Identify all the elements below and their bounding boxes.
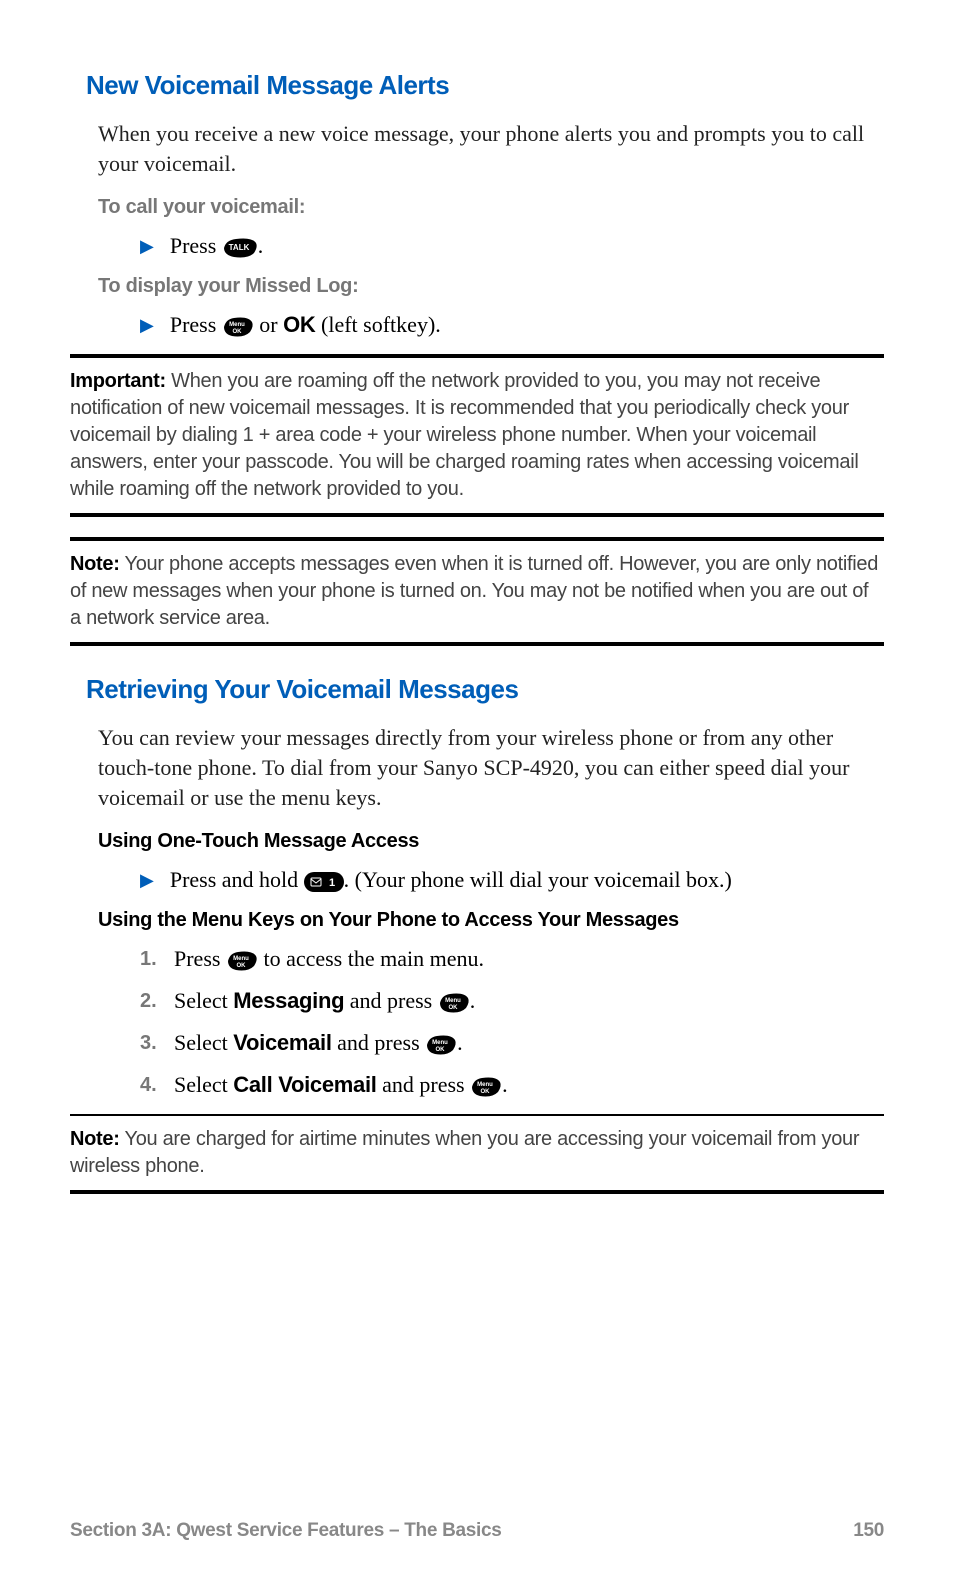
intro-paragraph-1: When you receive a new voice message, yo… <box>98 119 884 178</box>
one-mail-key-icon: 1 <box>304 872 344 892</box>
note-text: You are charged for airtime minutes when… <box>70 1128 859 1177</box>
note-text: Your phone accepts messages even when it… <box>70 553 878 629</box>
important-callout: Important: When you are roaming off the … <box>70 354 884 517</box>
bullet-arrow-icon: ▶ <box>140 870 154 891</box>
note-callout-2: Note: You are charged for airtime minute… <box>70 1114 884 1194</box>
svg-text:OK: OK <box>448 1005 458 1011</box>
bullet-arrow-icon: ▶ <box>140 236 154 257</box>
menu-ok-key-icon: MenuOK <box>438 992 470 1014</box>
step-number: 2. <box>140 990 168 1013</box>
instruction-label-missed-log: To display your Missed Log: <box>98 275 884 298</box>
svg-text:OK: OK <box>436 1047 446 1053</box>
menu-ok-key-icon: MenuOK <box>470 1076 502 1098</box>
step-missed-log: ▶ Press MenuOK or OK (left softkey). <box>140 312 884 338</box>
ok-softkey-label: OK <box>283 312 315 337</box>
footer-section-title: Section 3A: Qwest Service Features – The… <box>70 1520 502 1542</box>
note-callout-1: Note: Your phone accepts messages even w… <box>70 537 884 646</box>
step-text-pre: Press <box>170 233 222 258</box>
numbered-step-1: 1. Press MenuOK to access the main menu. <box>140 946 884 972</box>
intro-paragraph-2: You can review your messages directly fr… <box>98 723 884 812</box>
step-text: and press <box>332 1030 425 1055</box>
page-footer: Section 3A: Qwest Service Features – The… <box>70 1520 884 1542</box>
svg-text:OK: OK <box>481 1089 491 1095</box>
menu-ok-key-icon: MenuOK <box>222 316 254 338</box>
svg-text:OK: OK <box>232 329 242 335</box>
step-text: and press <box>377 1072 470 1097</box>
numbered-step-4: 4. Select Call Voicemail and press MenuO… <box>140 1072 884 1098</box>
svg-text:1: 1 <box>329 877 335 889</box>
svg-text:Menu: Menu <box>229 322 245 328</box>
menu-item-messaging: Messaging <box>233 988 344 1013</box>
numbered-step-2: 2. Select Messaging and press MenuOK. <box>140 988 884 1014</box>
svg-text:Menu: Menu <box>477 1082 493 1088</box>
step-number: 3. <box>140 1032 168 1055</box>
step-one-touch: ▶ Press and hold 1 . (Your phone will dia… <box>140 867 884 893</box>
svg-text:Menu: Menu <box>233 956 249 962</box>
manual-page: New Voicemail Message Alerts When you re… <box>0 0 954 1590</box>
step-text: Select <box>174 1072 233 1097</box>
step-call-voicemail: ▶ Press TALK. <box>140 233 884 259</box>
step-text-post: . (Your phone will dial your voicemail b… <box>344 867 732 892</box>
heading-retrieving-voicemail: Retrieving Your Voicemail Messages <box>86 674 884 705</box>
instruction-label-call-voicemail: To call your voicemail: <box>98 196 884 219</box>
svg-text:OK: OK <box>236 963 246 969</box>
step-text-pre: Press and hold <box>170 867 304 892</box>
step-text: . <box>502 1072 508 1097</box>
menu-item-voicemail: Voicemail <box>233 1030 331 1055</box>
step-text: . <box>457 1030 463 1055</box>
note-label: Note: <box>70 553 120 575</box>
step-text-post: . <box>258 233 264 258</box>
important-text: When you are roaming off the network pro… <box>70 370 858 500</box>
bullet-arrow-icon: ▶ <box>140 315 154 336</box>
important-label: Important: <box>70 370 166 392</box>
subheading-one-touch: Using One-Touch Message Access <box>98 830 884 853</box>
step-text: Press <box>174 946 226 971</box>
step-text: Select <box>174 988 233 1013</box>
step-text: to access the main menu. <box>258 946 484 971</box>
heading-new-voicemail-alerts: New Voicemail Message Alerts <box>86 70 884 101</box>
footer-page-number: 150 <box>853 1520 884 1542</box>
step-text: . <box>470 988 476 1013</box>
step-text-pre: Press <box>170 312 222 337</box>
svg-text:TALK: TALK <box>228 243 249 252</box>
svg-text:Menu: Menu <box>432 1040 448 1046</box>
step-text-post: (left softkey). <box>316 312 441 337</box>
svg-text:Menu: Menu <box>445 998 461 1004</box>
subheading-menu-keys: Using the Menu Keys on Your Phone to Acc… <box>98 909 884 932</box>
note-label: Note: <box>70 1128 120 1150</box>
step-number: 4. <box>140 1074 168 1097</box>
step-text: Select <box>174 1030 233 1055</box>
menu-ok-key-icon: MenuOK <box>425 1034 457 1056</box>
step-text-mid: or <box>254 312 283 337</box>
step-number: 1. <box>140 948 168 971</box>
menu-ok-key-icon: MenuOK <box>226 950 258 972</box>
talk-key-icon: TALK <box>222 237 258 259</box>
numbered-step-3: 3. Select Voicemail and press MenuOK. <box>140 1030 884 1056</box>
menu-item-call-voicemail: Call Voicemail <box>233 1072 376 1097</box>
step-text: and press <box>344 988 437 1013</box>
